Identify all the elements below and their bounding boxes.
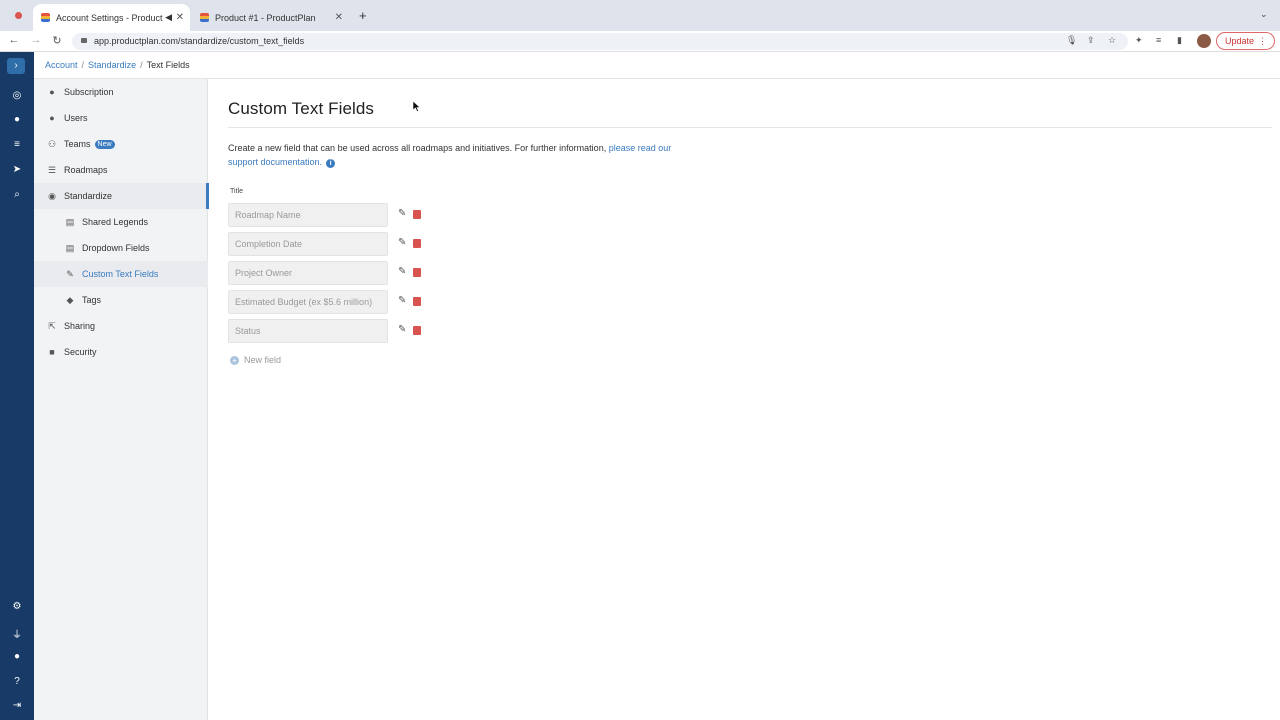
media-icon[interactable]: ≡ <box>1156 35 1161 45</box>
close-icon[interactable]: ✕ <box>176 12 184 23</box>
tab-account-settings[interactable]: Account Settings - Product ◀ ✕ <box>33 4 190 31</box>
productplan-favicon-icon <box>200 13 209 22</box>
mouse-cursor-icon <box>413 101 421 112</box>
breadcrumb: Account / Standardize / Text Fields <box>34 52 1280 79</box>
expand-icon[interactable]: › <box>7 58 25 74</box>
sidebar-item-subscription[interactable]: ● Subscription <box>34 79 208 105</box>
star-icon[interactable]: ☆ <box>1108 35 1116 46</box>
pencil-icon[interactable]: ✎ <box>398 266 406 277</box>
pencil-icon[interactable]: ✎ <box>398 208 406 219</box>
extensions-icon[interactable]: ✦ <box>1135 35 1143 46</box>
sidebar-item-standardize[interactable]: ◉ Standardize <box>34 183 209 209</box>
chevron-down-icon[interactable]: ⌄ <box>1260 9 1268 20</box>
sidebar-item-roadmaps[interactable]: ☰ Roadmaps <box>34 157 208 183</box>
text-field-estimated-budget[interactable]: Estimated Budget (ex $5.6 million) <box>228 290 388 314</box>
new-tab-icon[interactable]: + <box>359 8 367 23</box>
text-field-status[interactable]: Status <box>228 319 388 343</box>
lock-icon: ■ <box>49 347 55 357</box>
text-field-completion-date[interactable]: Completion Date <box>228 232 388 256</box>
menu-icon: ⋮ <box>1258 36 1267 46</box>
browser-tab-bar: Account Settings - Product ◀ ✕ Product #… <box>0 0 1280 31</box>
trash-icon[interactable] <box>413 297 421 306</box>
edit-icon: ✎ <box>66 268 74 279</box>
sidebar-item-shared-legends[interactable]: ▤ Shared Legends <box>34 209 208 235</box>
plugin-icon[interactable]: ⏚ <box>0 626 34 641</box>
idea-icon[interactable]: ● <box>0 114 34 125</box>
url-field[interactable]: app.productplan.com/standardize/custom_t… <box>72 33 1128 50</box>
list-icon[interactable]: ≡ <box>0 139 34 150</box>
pencil-icon[interactable]: ✎ <box>398 324 406 335</box>
dropdown-icon: ▤ <box>65 242 75 253</box>
team-icon: ⚇ <box>47 138 57 149</box>
trash-icon[interactable] <box>413 210 421 219</box>
trash-icon[interactable] <box>413 268 421 277</box>
update-button[interactable]: Update ⋮ <box>1216 32 1275 50</box>
column-title: Title <box>230 188 243 195</box>
description: Create a new field that can be used acro… <box>228 143 672 168</box>
page-title: Custom Text Fields <box>228 99 375 118</box>
help-icon[interactable]: ? <box>0 676 34 687</box>
tab-title: Account Settings - Product <box>56 12 163 23</box>
productplan-favicon-icon <box>41 13 50 22</box>
sidebar-item-teams[interactable]: ⚇ Teams New <box>34 131 208 157</box>
sidebar-item-users[interactable]: ● Users <box>34 105 208 131</box>
breadcrumb-standardize[interactable]: Standardize <box>88 60 136 70</box>
tab-title: Product #1 - ProductPlan <box>215 12 316 23</box>
logout-icon[interactable]: ⇥ <box>0 700 34 711</box>
legend-icon: ▤ <box>65 216 75 227</box>
sidebar-item-sharing[interactable]: ⇱ Sharing <box>34 313 208 339</box>
record-indicator-icon <box>15 12 22 19</box>
tab-product[interactable]: Product #1 - ProductPlan ✕ <box>192 4 349 31</box>
sidebar-item-custom-text-fields[interactable]: ✎ Custom Text Fields <box>34 261 208 287</box>
mic-icon[interactable]: 🎙 <box>1066 35 1077 46</box>
forward-icon[interactable]: → <box>29 34 43 46</box>
new-badge: New <box>94 139 115 149</box>
pencil-icon[interactable]: ✎ <box>398 295 406 306</box>
sidebar-item-dropdown-fields[interactable]: ▤ Dropdown Fields <box>34 235 208 261</box>
back-icon[interactable]: ← <box>7 34 21 46</box>
app-rail: › ◎ ● ≡ ➤ ⌕ ⚙ ⏚ ● ? ⇥ <box>0 52 34 720</box>
user-icon: ● <box>49 113 55 123</box>
sidebar-item-security[interactable]: ■ Security <box>34 339 208 365</box>
lock-icon <box>81 38 87 43</box>
standardize-icon: ◉ <box>48 190 56 201</box>
gear-icon[interactable]: ⚙ <box>0 601 34 612</box>
close-icon[interactable]: ✕ <box>335 12 343 23</box>
pencil-icon[interactable]: ✎ <box>398 237 406 248</box>
address-bar: ← → ↻ app.productplan.com/standardize/cu… <box>0 31 1280 52</box>
breadcrumb-current: Text Fields <box>146 60 190 70</box>
user-icon[interactable]: ● <box>0 651 34 662</box>
share-icon: ⇱ <box>48 320 56 331</box>
url-text: app.productplan.com/standardize/custom_t… <box>94 36 305 46</box>
breadcrumb-account[interactable]: Account <box>45 60 78 70</box>
plus-icon: + <box>230 355 239 365</box>
text-field-roadmap-name[interactable]: Roadmap Name <box>228 203 388 227</box>
divider <box>228 127 1272 128</box>
sidepanel-icon[interactable]: ▮ <box>1177 35 1182 46</box>
sidebar-item-tags[interactable]: ◆ Tags <box>34 287 208 313</box>
info-icon: ● <box>49 87 55 97</box>
dashboard-icon[interactable]: ◎ <box>0 90 34 101</box>
share-icon[interactable]: ⇪ <box>1087 35 1095 46</box>
tag-icon: ◆ <box>66 294 74 305</box>
trash-icon[interactable] <box>413 326 421 335</box>
avatar[interactable] <box>1197 34 1211 48</box>
reload-icon[interactable]: ↻ <box>50 34 64 47</box>
main-content: Custom Text Fields Create a new field th… <box>208 79 1280 720</box>
rocket-icon[interactable]: ➤ <box>0 164 34 175</box>
audio-icon: ◀ <box>165 12 172 22</box>
trash-icon[interactable] <box>413 239 421 248</box>
info-icon[interactable]: i <box>326 159 336 168</box>
new-field-button[interactable]: + New field <box>230 355 281 365</box>
search-icon[interactable]: ⌕ <box>0 189 34 200</box>
roadmap-icon: ☰ <box>47 164 57 175</box>
text-field-project-owner[interactable]: Project Owner <box>228 261 388 285</box>
